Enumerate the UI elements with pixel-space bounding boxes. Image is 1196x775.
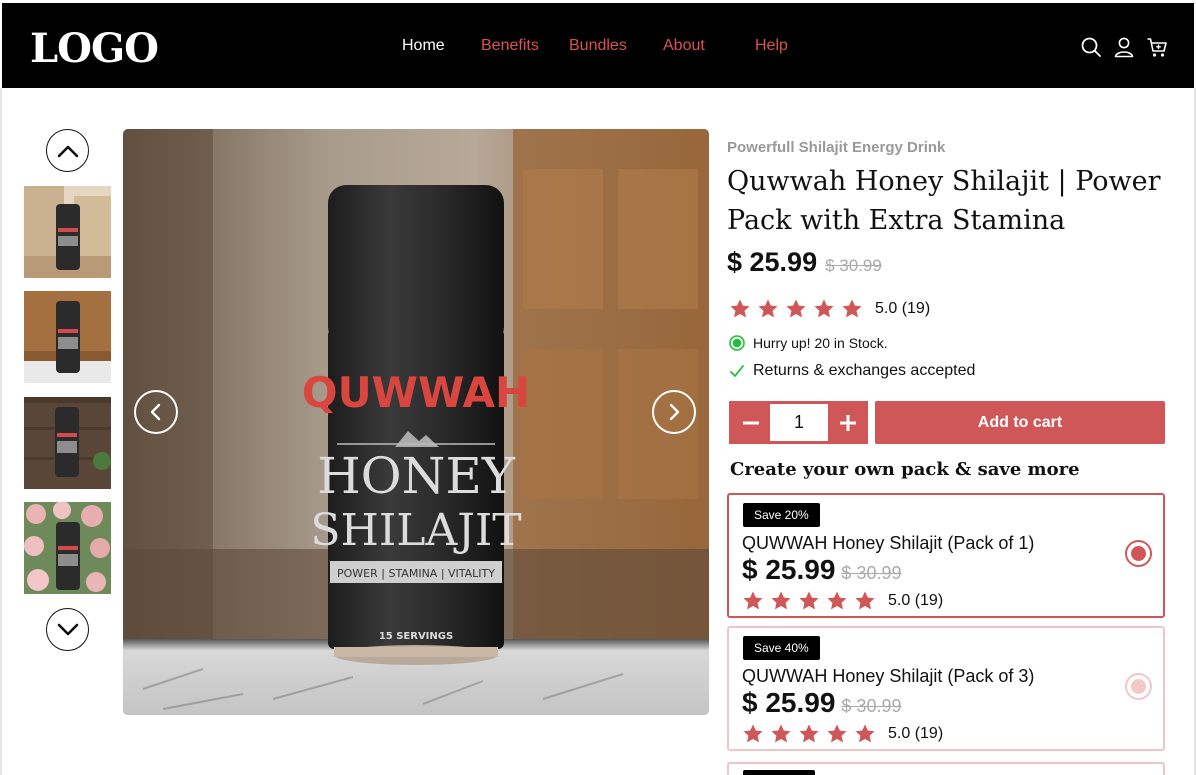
main-product-image: QUWWAH HONEY SHILAJIT POWER | STAMINA | …	[123, 129, 709, 715]
pack-section-heading: Create your own pack & save more	[730, 459, 1080, 480]
star-icon	[842, 299, 862, 318]
rating-text: 5.0 (19)	[875, 300, 931, 317]
price-row: $ 25.99 $ 30.99	[727, 247, 882, 278]
star-icon	[799, 724, 819, 743]
chevron-down-icon	[57, 623, 78, 635]
nav-help[interactable]: Help	[755, 37, 788, 55]
star-rating	[742, 590, 876, 612]
pack-original-price: $ 30.99	[841, 696, 902, 716]
returns-info: Returns & exchanges accepted	[729, 362, 975, 380]
star-icon	[743, 724, 763, 743]
thumbnail-roses[interactable]	[24, 502, 111, 594]
user-icon[interactable]	[1113, 36, 1135, 58]
product-title: Quwwah Honey Shilajit | Power Pack with …	[727, 166, 1161, 236]
product-tagline: POWER | STAMINA | VITALITY	[337, 567, 495, 580]
nav-benefits[interactable]: Benefits	[481, 37, 539, 55]
nav-about[interactable]: About	[663, 37, 705, 55]
returns-text: Returns & exchanges accepted	[753, 362, 976, 379]
pack-name: QUWWAH Honey Shilajit (Pack of 3)	[742, 666, 1035, 686]
thumbnail-stone[interactable]	[24, 186, 111, 278]
search-icon[interactable]	[1080, 36, 1102, 58]
pack-name: QUWWAH Honey Shilajit (Pack of 1)	[742, 533, 1035, 553]
plus-icon	[840, 414, 856, 431]
star-icon	[814, 299, 834, 318]
star-icon	[786, 299, 806, 318]
site-header: LOGO Home Benefits Bundles About Help	[2, 3, 1194, 88]
thumbnail-wood[interactable]	[24, 397, 111, 489]
product-photo: QUWWAH HONEY SHILAJIT POWER | STAMINA | …	[123, 129, 709, 715]
star-icon	[855, 591, 875, 610]
star-icon	[771, 591, 791, 610]
stock-status: Hurry up! 20 in Stock.	[729, 335, 888, 351]
increase-quantity-button[interactable]	[828, 401, 868, 444]
thumbnails-up-button[interactable]	[46, 129, 89, 172]
star-icon	[758, 299, 778, 318]
thumbnails-down-button[interactable]	[46, 608, 89, 651]
star-icon	[827, 724, 847, 743]
star-rating	[729, 298, 863, 320]
pack-rating: 5.0 (19)	[742, 590, 943, 612]
next-image-button[interactable]	[652, 390, 696, 434]
star-icon	[743, 591, 763, 610]
star-rating	[742, 723, 876, 745]
current-price: $ 25.99	[727, 247, 818, 277]
original-price: $ 30.99	[825, 256, 882, 275]
pack-rating: 5.0 (19)	[742, 723, 943, 745]
minus-icon	[743, 421, 759, 424]
quantity-input[interactable]: 1	[770, 404, 828, 441]
add-to-cart-button[interactable]: Add to cart	[875, 401, 1165, 444]
chevron-left-icon	[150, 403, 161, 421]
star-icon	[799, 591, 819, 610]
pack-price: $ 25.99	[742, 554, 836, 585]
chevron-up-icon	[57, 145, 78, 157]
product-servings: 15 SERVINGS	[379, 631, 453, 642]
pack-price-row: $ 25.99 $ 30.99	[742, 687, 901, 719]
stock-text: Hurry up! 20 in Stock.	[753, 335, 888, 351]
pack-rating-text: 5.0 (19)	[888, 592, 944, 609]
pack-option-1[interactable]: Save 20% QUWWAH Honey Shilajit (Pack of …	[727, 493, 1165, 618]
product-rating: 5.0 (19)	[729, 298, 930, 320]
pack-price-row: $ 25.99 $ 30.99	[742, 554, 901, 586]
savings-badge: Save 40%	[743, 636, 820, 660]
product-name-line2: SHILAJIT	[310, 505, 521, 556]
product-name-line1: HONEY	[317, 447, 516, 505]
logo[interactable]: LOGO	[30, 25, 159, 72]
pack-radio-unselected[interactable]	[1125, 673, 1152, 700]
previous-image-button[interactable]	[134, 390, 178, 434]
cart-icon[interactable]	[1146, 36, 1168, 58]
in-stock-dot-icon	[729, 335, 745, 351]
product-subtitle: Powerfull Shilajit Energy Drink	[727, 139, 946, 156]
pack-rating-text: 5.0 (19)	[888, 725, 944, 742]
nav-home[interactable]: Home	[402, 37, 445, 55]
pack-radio-selected[interactable]	[1125, 540, 1152, 567]
pack-option-2[interactable]: Save 40% QUWWAH Honey Shilajit (Pack of …	[727, 626, 1165, 751]
star-icon	[855, 724, 875, 743]
savings-badge	[743, 770, 815, 775]
pack-option-3[interactable]	[727, 762, 1165, 775]
pack-original-price: $ 30.99	[841, 563, 902, 583]
pack-price: $ 25.99	[742, 687, 836, 718]
star-icon	[827, 591, 847, 610]
nav-bundles[interactable]: Bundles	[569, 37, 627, 55]
chevron-right-icon	[669, 403, 680, 421]
thumbnail-marble[interactable]	[24, 291, 111, 383]
product-brand-text: QUWWAH	[302, 368, 530, 417]
quantity-stepper: 1	[729, 401, 868, 444]
star-icon	[730, 299, 750, 318]
star-icon	[771, 724, 791, 743]
page-frame-left	[0, 88, 2, 775]
checkmark-icon	[730, 365, 744, 377]
decrease-quantity-button[interactable]	[731, 401, 771, 444]
savings-badge: Save 20%	[743, 503, 820, 527]
